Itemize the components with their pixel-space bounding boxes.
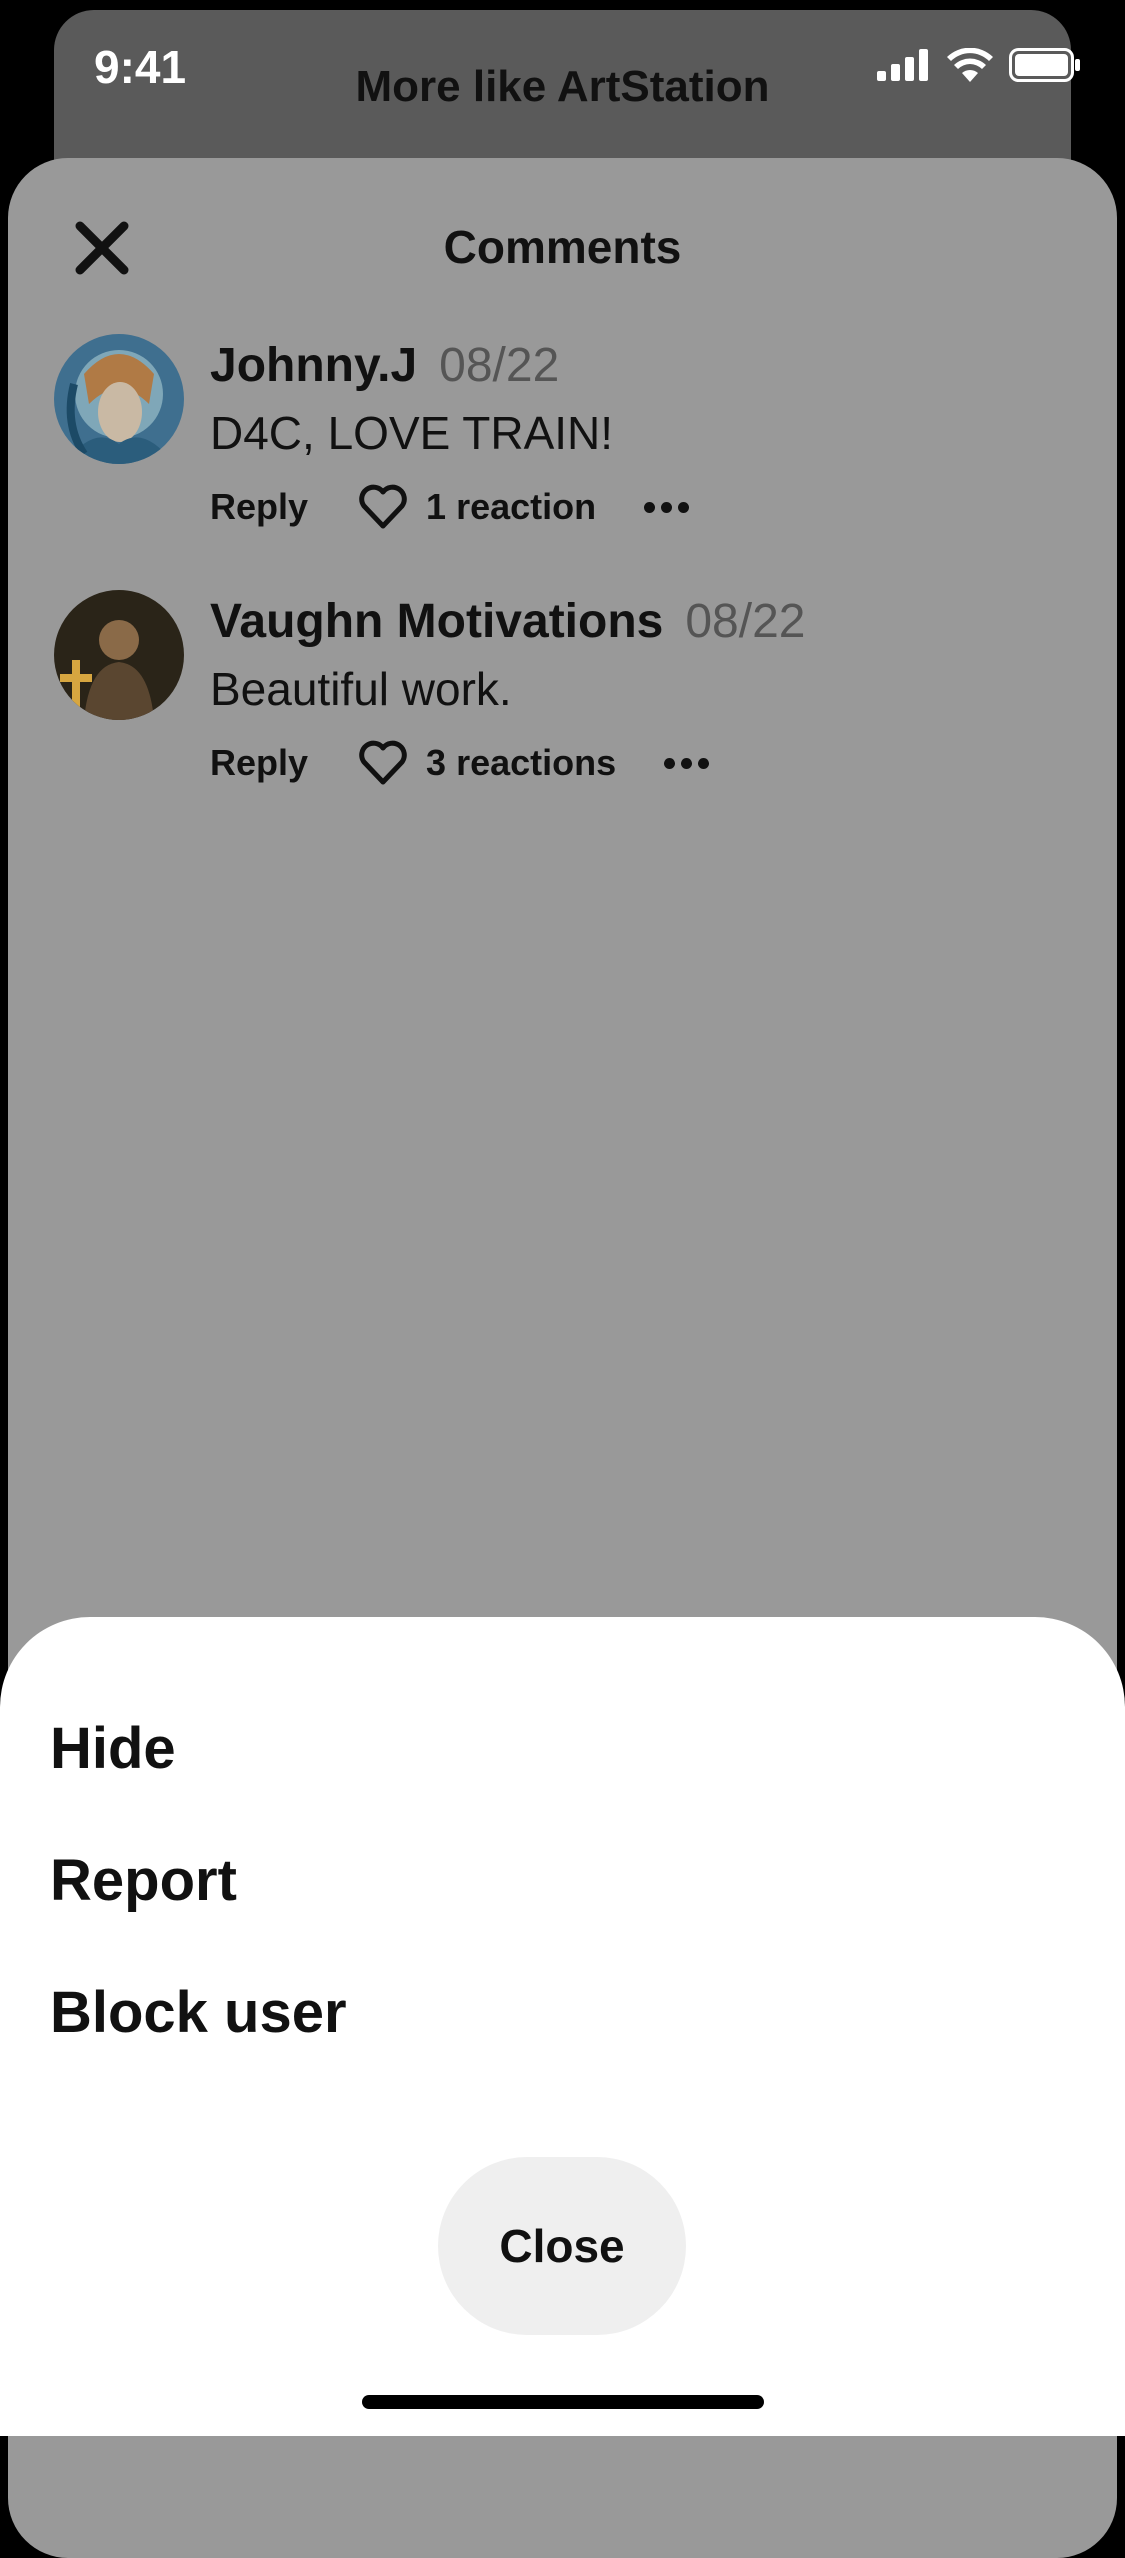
comment-text: Beautiful work. bbox=[210, 663, 512, 715]
comment-text: D4C, LOVE TRAIN! bbox=[210, 407, 614, 459]
avatar-image bbox=[54, 590, 184, 720]
report-option[interactable]: Report bbox=[50, 1847, 237, 1914]
comment-author[interactable]: Johnny.J bbox=[210, 339, 417, 392]
block-user-option[interactable]: Block user bbox=[50, 1979, 347, 2046]
battery-icon bbox=[1009, 48, 1080, 82]
wifi-icon bbox=[947, 48, 993, 82]
comment-actions: Reply 1 reaction bbox=[210, 484, 690, 530]
comments-title: Comments bbox=[443, 221, 682, 273]
reaction-count[interactable]: 1 reaction bbox=[426, 486, 596, 528]
comment-author[interactable]: Vaughn Motivations bbox=[210, 595, 663, 648]
heart-icon[interactable] bbox=[358, 740, 408, 786]
cellular-signal-icon bbox=[877, 49, 928, 81]
status-bar: 9:41 bbox=[0, 0, 1125, 140]
hide-option[interactable]: Hide bbox=[50, 1715, 176, 1782]
status-icons bbox=[877, 48, 1081, 82]
reaction-count[interactable]: 3 reactions bbox=[426, 742, 616, 784]
avatar[interactable] bbox=[54, 590, 184, 720]
comment-header: Vaughn Motivations 08/22 bbox=[210, 594, 805, 649]
comment-header: Johnny.J 08/22 bbox=[210, 338, 559, 393]
comment-date: 08/22 bbox=[439, 339, 560, 392]
status-time: 9:41 bbox=[94, 41, 187, 93]
action-sheet: Hide Report Block user Close bbox=[0, 1617, 1125, 2436]
heart-icon[interactable] bbox=[358, 484, 408, 530]
more-options-icon[interactable] bbox=[644, 501, 690, 513]
comment-date: 08/22 bbox=[685, 595, 806, 648]
more-options-icon[interactable] bbox=[664, 757, 710, 769]
comment-actions: Reply 3 reactions bbox=[210, 740, 710, 786]
reply-button[interactable]: Reply bbox=[210, 742, 308, 784]
comment-item: Johnny.J 08/22 D4C, LOVE TRAIN! Reply 1 r… bbox=[8, 334, 1117, 554]
avatar-image bbox=[54, 334, 184, 464]
close-button[interactable]: Close bbox=[438, 2157, 686, 2335]
comment-item: Vaughn Motivations 08/22 Beautiful work. … bbox=[8, 590, 1117, 810]
avatar[interactable] bbox=[54, 334, 184, 464]
reply-button[interactable]: Reply bbox=[210, 486, 308, 528]
home-indicator bbox=[362, 2395, 764, 2409]
